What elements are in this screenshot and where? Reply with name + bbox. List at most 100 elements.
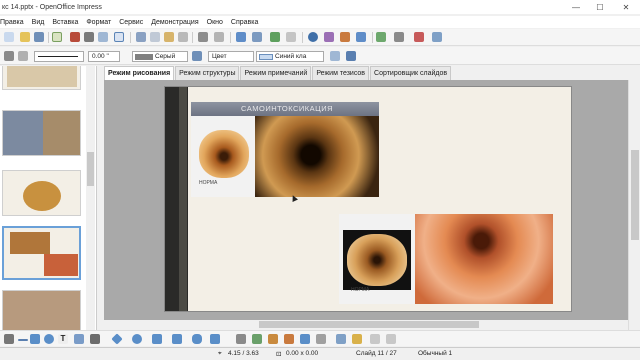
arrow-style-icon[interactable] xyxy=(18,51,28,61)
position-size-icon[interactable] xyxy=(346,51,356,61)
export-pdf-icon[interactable] xyxy=(70,32,80,42)
menu-insert[interactable]: Вставка xyxy=(52,19,78,26)
edit-mode-icon[interactable] xyxy=(52,32,62,42)
symbol-shapes-icon[interactable] xyxy=(132,334,142,344)
vertical-scrollbar[interactable] xyxy=(628,80,640,330)
insert-image-icon[interactable] xyxy=(270,32,280,42)
open-icon[interactable] xyxy=(20,32,30,42)
gallery-icon[interactable] xyxy=(324,32,334,42)
gallery-icon[interactable] xyxy=(300,334,310,344)
slideshow-icon[interactable] xyxy=(414,32,424,42)
menu-view[interactable]: Вид xyxy=(32,19,45,26)
slide-thumbnail[interactable] xyxy=(2,110,81,156)
paste-icon[interactable] xyxy=(164,32,174,42)
slide-counter: Слайд 11 / 27 xyxy=(356,350,397,357)
redo-icon[interactable] xyxy=(214,32,224,42)
slide-layout-icon[interactable] xyxy=(376,32,386,42)
tab-slide-sorter[interactable]: Сортировщик слайдов xyxy=(370,66,452,80)
cursor-position: 4.15 / 3.63 xyxy=(228,350,259,357)
curve-icon[interactable] xyxy=(74,334,84,344)
normal-colon-image xyxy=(199,130,249,178)
print-icon[interactable] xyxy=(84,32,94,42)
cursor-position-icon: ⌖ xyxy=(218,350,222,357)
slide-thumbnail[interactable] xyxy=(2,170,81,216)
text-tool-icon[interactable]: T xyxy=(58,334,68,344)
minimize-icon[interactable]: — xyxy=(566,0,586,14)
slide[interactable]: САМОИНТОКСИКАЦИЯ НОРМА НОРМА xyxy=(164,86,572,312)
shadow-icon[interactable] xyxy=(330,51,340,61)
movie-icon[interactable] xyxy=(286,32,296,42)
line-width-field[interactable]: 0.00 " xyxy=(88,51,120,62)
tab-drawing-view[interactable]: Режим рисования xyxy=(104,66,175,80)
maximize-icon[interactable]: ☐ xyxy=(590,0,610,14)
undo-icon[interactable] xyxy=(198,32,208,42)
menu-edit[interactable]: Правка xyxy=(0,19,24,26)
line-style-select[interactable] xyxy=(34,51,84,62)
save-icon[interactable] xyxy=(34,32,44,42)
ellipse-icon[interactable] xyxy=(44,334,54,344)
connector-icon[interactable] xyxy=(90,334,100,344)
menu-help[interactable]: Справка xyxy=(231,19,258,26)
format-paintbrush-icon[interactable] xyxy=(178,32,188,42)
extrusion-icon[interactable] xyxy=(316,334,326,344)
tab-outline-view[interactable]: Режим структуры xyxy=(175,66,240,80)
callouts-icon[interactable] xyxy=(192,334,202,344)
menu-tools[interactable]: Сервис xyxy=(119,19,143,26)
slides-pane-scrollbar[interactable] xyxy=(86,66,95,330)
stars-icon[interactable] xyxy=(210,334,220,344)
table-icon[interactable] xyxy=(252,32,262,42)
fontwork-icon[interactable] xyxy=(268,334,278,344)
rectangle-icon[interactable] xyxy=(30,334,40,344)
basic-shapes-icon[interactable] xyxy=(111,333,123,345)
slide-thumbnail-selected[interactable] xyxy=(2,226,81,280)
format-toolbar: 0.00 " Серый Цвет Синий кла xyxy=(0,47,640,65)
slide-title: САМОИНТОКСИКАЦИЯ xyxy=(241,104,334,113)
new-slide-icon[interactable] xyxy=(432,32,442,42)
zoom-icon[interactable] xyxy=(340,32,350,42)
tab-notes-view[interactable]: Режим примечаний xyxy=(240,66,312,80)
autospell-icon[interactable] xyxy=(114,32,124,42)
impress-window: кс 14.pptx - OpenOffice Impress — ☐ ✕ Пр… xyxy=(0,0,640,360)
arrange-icon[interactable] xyxy=(352,334,362,344)
navigator-icon[interactable] xyxy=(308,32,318,42)
menu-window[interactable]: Окно xyxy=(207,19,223,26)
slide-design-icon[interactable] xyxy=(394,32,404,42)
horizontal-scrollbar[interactable] xyxy=(104,320,628,329)
interaction-icon[interactable] xyxy=(370,334,380,344)
view-tabs: Режим рисования Режим структуры Режим пр… xyxy=(104,66,452,80)
new-icon[interactable] xyxy=(4,32,14,42)
menu-format[interactable]: Формат xyxy=(86,19,111,26)
line-tool-icon[interactable] xyxy=(18,339,28,341)
line-color-select[interactable]: Серый xyxy=(132,51,188,62)
from-file-icon[interactable] xyxy=(284,334,294,344)
flowchart-icon[interactable] xyxy=(172,334,182,344)
object-size: 0.00 x 0.00 xyxy=(286,350,319,357)
top-image[interactable]: САМОИНТОКСИКАЦИЯ НОРМА xyxy=(191,102,379,197)
line-icon[interactable] xyxy=(4,51,14,61)
toxic-colon-image xyxy=(255,116,379,197)
fill-color-select[interactable]: Синий кла xyxy=(256,51,324,62)
fill-color-label: Синий кла xyxy=(275,53,307,60)
tab-handout-view[interactable]: Режим тезисов xyxy=(312,66,370,80)
area-icon[interactable] xyxy=(192,51,202,61)
points-icon[interactable] xyxy=(236,334,246,344)
slide-thumbnail[interactable] xyxy=(2,290,81,330)
copy-icon[interactable] xyxy=(150,32,160,42)
chart-icon[interactable] xyxy=(236,32,246,42)
close-icon[interactable]: ✕ xyxy=(616,0,636,14)
menu-slideshow[interactable]: Демонстрация xyxy=(151,19,198,26)
slide-thumbnail[interactable] xyxy=(2,66,81,90)
glue-points-icon[interactable] xyxy=(252,334,262,344)
align-icon[interactable] xyxy=(336,334,346,344)
block-arrows-icon[interactable] xyxy=(152,334,162,344)
object-size-icon: ⊡ xyxy=(276,351,282,358)
slide-canvas[interactable]: САМОИНТОКСИКАЦИЯ НОРМА НОРМА xyxy=(104,80,628,328)
bottom-image[interactable]: НОРМА xyxy=(339,214,553,304)
spellcheck-icon[interactable] xyxy=(98,32,108,42)
cut-icon[interactable] xyxy=(136,32,146,42)
select-icon[interactable] xyxy=(4,334,14,344)
help-icon[interactable] xyxy=(356,32,366,42)
fill-type-select[interactable]: Цвет xyxy=(208,51,254,62)
effects-icon[interactable] xyxy=(386,334,396,344)
normal-label-top: НОРМА xyxy=(199,180,218,186)
